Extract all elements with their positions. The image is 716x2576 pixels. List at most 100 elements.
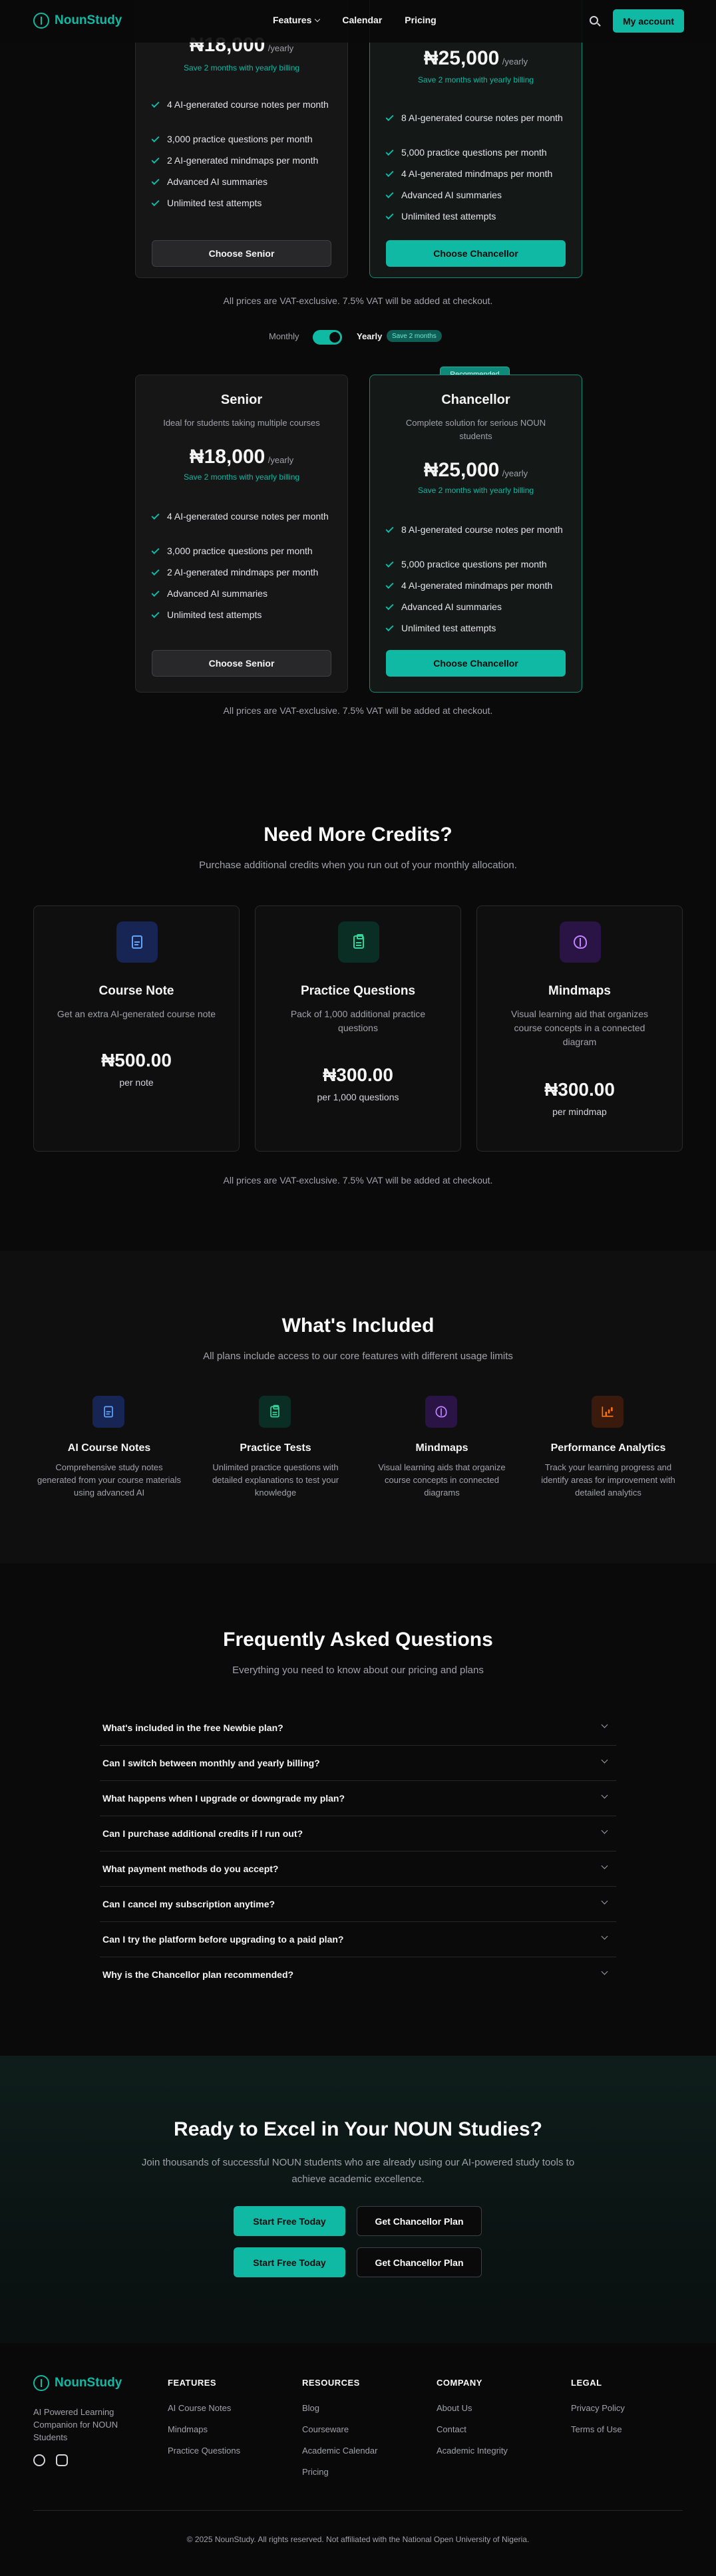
check-icon <box>385 112 394 122</box>
footer-link[interactable]: Practice Questions <box>168 2446 240 2456</box>
plan-feature: 5,000 practice questions per month <box>385 558 566 571</box>
footer-link[interactable]: About Us <box>437 2403 472 2413</box>
credit-card-mindmaps[interactable]: Mindmaps Visual learning aid that organi… <box>476 905 683 1152</box>
check-icon <box>385 147 394 156</box>
check-icon <box>151 155 160 164</box>
pricing-page: ₦18,000 /yearly Save 2 months with yearl… <box>0 0 716 2576</box>
monthly-label[interactable]: Monthly <box>269 331 299 341</box>
instagram-icon[interactable] <box>56 2454 68 2466</box>
faq-item[interactable]: What's included in the free Newbie plan? <box>100 1710 616 1746</box>
check-icon <box>385 168 394 178</box>
plan-feature: Advanced AI summaries <box>151 587 331 600</box>
brand-name: NounStudy <box>55 13 122 27</box>
plan-price: ₦25,000 <box>423 459 500 481</box>
nav-links: Features Calendar Pricing <box>273 15 437 25</box>
faq-item[interactable]: What payment methods do you accept? <box>100 1852 616 1887</box>
footer-heading: COMPANY <box>437 2378 482 2388</box>
credit-unit: per note <box>119 1077 154 1088</box>
plan-feature: 2 AI-generated mindmaps per month <box>151 154 331 167</box>
plan-price: ₦18,000 <box>189 446 266 468</box>
footer-heading: FEATURES <box>168 2378 217 2388</box>
my-account-button[interactable]: My account <box>613 9 684 33</box>
plan-feature: 4 AI-generated mindmaps per month <box>385 579 566 592</box>
footer-link[interactable]: Courseware <box>302 2424 349 2434</box>
choose-chancellor-button[interactable]: Choose Chancellor <box>386 650 566 677</box>
logo-icon <box>33 2375 49 2391</box>
nav-calendar[interactable]: Calendar <box>342 15 382 25</box>
search-icon[interactable] <box>590 16 598 25</box>
footer-logo[interactable]: NounStudy <box>33 2375 122 2391</box>
footer-link[interactable]: Privacy Policy <box>571 2403 625 2413</box>
credit-title: Practice Questions <box>300 984 416 998</box>
chevron-down-icon <box>601 1721 608 1728</box>
footer-link[interactable]: Contact <box>437 2424 466 2434</box>
plan-feature: Advanced AI summaries <box>151 175 331 188</box>
credit-card-course-note[interactable]: Course Note Get an extra AI-generated co… <box>33 905 240 1152</box>
footer-link[interactable]: Mindmaps <box>168 2424 208 2434</box>
facebook-icon[interactable] <box>33 2454 45 2466</box>
get-chancellor-button[interactable]: Get Chancellor Plan <box>357 2206 482 2236</box>
faq-item[interactable]: What happens when I upgrade or downgrade… <box>100 1781 616 1816</box>
vat-note: All prices are VAT-exclusive. 7.5% VAT w… <box>223 1175 493 1186</box>
plan-card-senior: Senior Ideal for students taking multipl… <box>135 375 348 693</box>
footer-link[interactable]: Pricing <box>302 2467 329 2477</box>
footer-link[interactable]: Blog <box>302 2403 319 2413</box>
plan-save-note: Save 2 months with yearly billing <box>183 472 300 482</box>
credit-desc: Visual learning aid that organizes cours… <box>511 1009 648 1047</box>
cta-lead: Join thousands of successful NOUN studen… <box>141 2157 575 2185</box>
choose-chancellor-button[interactable]: Choose Chancellor <box>386 240 566 267</box>
billing-switch[interactable] <box>313 330 342 345</box>
plan-save-note: Save 2 months with yearly billing <box>417 486 534 495</box>
clipboard-icon <box>270 1404 279 1418</box>
start-free-button[interactable]: Start Free Today <box>234 2247 345 2277</box>
plan-feature: 3,000 practice questions per month <box>151 544 331 558</box>
check-icon <box>151 198 160 207</box>
footer-link[interactable]: Terms of Use <box>571 2424 622 2434</box>
footer-description: AI Powered Learning Companion for NOUN S… <box>33 2407 118 2442</box>
plan-price: ₦25,000 <box>423 47 500 69</box>
footer-heading: RESOURCES <box>302 2378 360 2388</box>
plan-feature: Unlimited test attempts <box>151 196 331 210</box>
yearly-label[interactable]: Yearly <box>357 331 382 341</box>
credits-title: Need More Credits? <box>264 824 452 846</box>
faq-item[interactable]: Can I purchase additional credits if I r… <box>100 1816 616 1852</box>
plan-period: /yearly <box>268 455 294 465</box>
included-lead: All plans include access to our core fea… <box>203 1351 513 1362</box>
billing-toggle: Monthly Yearly Save 2 months <box>0 330 716 345</box>
plan-feature: Advanced AI summaries <box>385 600 566 613</box>
choose-senior-button[interactable]: Choose Senior <box>152 650 331 677</box>
start-free-button[interactable]: Start Free Today <box>234 2206 345 2236</box>
check-icon <box>385 190 394 199</box>
plan-feature: 2 AI-generated mindmaps per month <box>151 565 331 579</box>
faq-item[interactable]: Can I cancel my subscription anytime? <box>100 1887 616 1922</box>
plan-feature: 3,000 practice questions per month <box>151 132 331 146</box>
footer-link[interactable]: AI Course Notes <box>168 2403 231 2413</box>
faq-item[interactable]: Can I try the platform before upgrading … <box>100 1922 616 1957</box>
footer-link[interactable]: Academic Calendar <box>302 2446 377 2456</box>
check-icon <box>151 546 160 555</box>
plan-save-note: Save 2 months with yearly billing <box>417 75 534 84</box>
brain-icon <box>574 935 587 949</box>
faq-item[interactable]: Why is the Chancellor plan recommended? <box>100 1957 616 1993</box>
nav-features[interactable]: Features <box>273 15 321 25</box>
feature-desc: Track your learning progress and identif… <box>541 1462 675 1498</box>
get-chancellor-button[interactable]: Get Chancellor Plan <box>357 2247 482 2277</box>
check-icon <box>385 580 394 589</box>
check-icon <box>385 623 394 632</box>
check-icon <box>151 567 160 576</box>
credit-price: ₦300.00 <box>544 1079 615 1100</box>
check-icon <box>151 99 160 108</box>
plan-feature: 4 AI-generated course notes per month <box>151 510 331 523</box>
feature-title: Practice Tests <box>240 1442 311 1454</box>
footer-link[interactable]: Academic Integrity <box>437 2446 508 2456</box>
choose-senior-button[interactable]: Choose Senior <box>152 240 331 267</box>
chevron-down-icon <box>601 1792 608 1799</box>
copyright: © 2025 NounStudy. All rights reserved. N… <box>186 2535 530 2544</box>
plan-save-note: Save 2 months with yearly billing <box>183 63 300 73</box>
nav-pricing[interactable]: Pricing <box>405 15 436 25</box>
credit-price: ₦300.00 <box>323 1064 393 1085</box>
credit-card-practice-questions[interactable]: Practice Questions Pack of 1,000 additio… <box>255 905 461 1152</box>
brand-logo[interactable]: NounStudy <box>33 13 122 29</box>
faq-item[interactable]: Can I switch between monthly and yearly … <box>100 1746 616 1781</box>
credit-title: Course Note <box>98 984 174 998</box>
